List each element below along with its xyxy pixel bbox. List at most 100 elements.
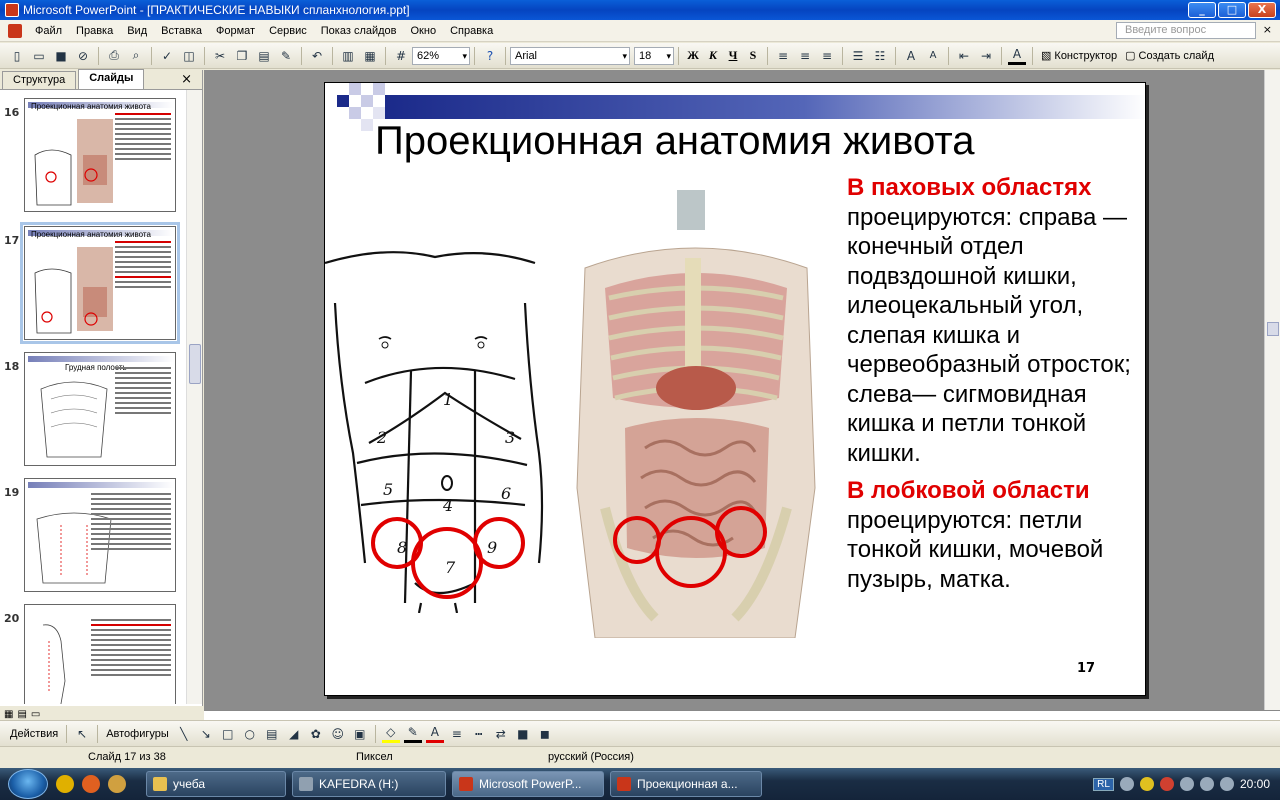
menu-format[interactable]: Формат (209, 25, 262, 37)
task-powerpoint[interactable]: Microsoft PowerP... (452, 771, 604, 797)
notes-pane[interactable] (204, 710, 1280, 720)
3d-style-icon[interactable]: ◼ (536, 725, 554, 743)
slide-body-text[interactable]: В паховых областях проецируются: справа … (847, 173, 1145, 594)
line-icon[interactable]: ╲ (175, 725, 193, 743)
menu-view[interactable]: Вид (120, 25, 154, 37)
menu-insert[interactable]: Вставка (154, 25, 209, 37)
task-kafedra[interactable]: KAFEDRA (H:) (292, 771, 446, 797)
designer-button[interactable]: ▧ Конструктор (1041, 49, 1117, 63)
actions-menu[interactable]: Действия (10, 728, 58, 740)
tray-security-icon[interactable] (1139, 777, 1154, 791)
grid-icon[interactable]: # (392, 47, 410, 65)
slide-scrollbar[interactable] (1264, 70, 1280, 710)
line-color-icon[interactable]: ✎ (403, 725, 422, 743)
new-icon[interactable]: ▯ (8, 47, 26, 65)
slide-thumbnail-16[interactable]: Проекционная анатомия живота (24, 98, 176, 212)
sorter-view-icon[interactable]: ▤ (17, 709, 26, 720)
print-icon[interactable]: ⎙ (105, 47, 123, 65)
menu-file[interactable]: Файл (28, 25, 69, 37)
font-size-select[interactable]: 18 (634, 46, 674, 65)
menu-slideshow[interactable]: Показ слайдов (314, 25, 404, 37)
task-ucheba[interactable]: учеба (146, 771, 286, 797)
drawing-font-color-icon[interactable]: A (425, 725, 444, 743)
tab-slides[interactable]: Слайды (78, 69, 145, 89)
preview-icon[interactable]: ⌕ (127, 47, 145, 65)
document-icon[interactable] (8, 23, 22, 38)
bullets-icon[interactable]: ☷ (871, 47, 889, 65)
explorer-quick-icon[interactable] (108, 775, 126, 793)
clock[interactable]: 20:00 (1240, 777, 1270, 791)
menu-edit[interactable]: Правка (69, 25, 120, 37)
diagram-icon[interactable]: ✿ (307, 725, 325, 743)
increase-font-icon[interactable]: A (902, 47, 920, 65)
firefox-icon[interactable] (82, 775, 100, 793)
shadow-button[interactable]: S (743, 47, 763, 65)
numbering-icon[interactable]: ☰ (849, 47, 867, 65)
slide-canvas[interactable]: Проекционная анатомия живота 1 2 3 4 5 6… (324, 82, 1146, 696)
line-style-icon[interactable]: ≡ (448, 725, 466, 743)
research-icon[interactable]: ◫ (180, 47, 198, 65)
normal-view-icon[interactable]: ▦ (4, 709, 13, 720)
decrease-font-icon[interactable]: A (924, 47, 942, 65)
slide-thumbnail-18[interactable]: Грудная полость (24, 352, 176, 466)
underline-button[interactable]: Ч (723, 47, 743, 65)
start-button[interactable] (8, 769, 48, 799)
open-icon[interactable]: ▭ (30, 47, 48, 65)
minimize-button[interactable]: _ (1188, 2, 1216, 18)
menu-help[interactable]: Справка (443, 25, 500, 37)
paste-icon[interactable]: ▤ (255, 47, 273, 65)
autoshapes-menu[interactable]: Автофигуры (106, 728, 169, 740)
font-select[interactable]: Arial (510, 46, 630, 65)
align-center-icon[interactable]: ≡ (796, 47, 814, 65)
slide-thumbnail-20[interactable] (24, 604, 176, 704)
task-slideshow[interactable]: Проекционная а... (610, 771, 762, 797)
cut-icon[interactable]: ✂ (211, 47, 229, 65)
dash-style-icon[interactable]: ┅ (470, 725, 488, 743)
picture-icon[interactable]: ▣ (351, 725, 369, 743)
copy-icon[interactable]: ❐ (233, 47, 251, 65)
align-right-icon[interactable]: ≡ (818, 47, 836, 65)
pane-close-icon[interactable]: × (181, 72, 192, 87)
rectangle-icon[interactable]: □ (219, 725, 237, 743)
decrease-indent-icon[interactable]: ⇤ (955, 47, 973, 65)
tray-arrow-icon[interactable] (1119, 777, 1134, 791)
undo-icon[interactable]: ↶ (308, 47, 326, 65)
increase-indent-icon[interactable]: ⇥ (977, 47, 995, 65)
arrow-icon[interactable]: ↘ (197, 725, 215, 743)
tray-volume-icon[interactable] (1219, 777, 1234, 791)
menu-tools[interactable]: Сервис (262, 25, 314, 37)
new-slide-button[interactable]: ▢ Создать слайд (1125, 49, 1214, 63)
spelling-icon[interactable]: ✓ (158, 47, 176, 65)
font-color-icon[interactable]: A (1008, 47, 1026, 65)
tray-flag-icon[interactable] (1199, 777, 1214, 791)
bold-button[interactable]: Ж (683, 47, 703, 65)
slide-thumbnail-17[interactable]: Проекционная анатомия живота (20, 222, 180, 344)
tray-app-icon[interactable] (1159, 777, 1174, 791)
arrow-style-icon[interactable]: ⇄ (492, 725, 510, 743)
clipart-icon[interactable]: ☺ (329, 725, 347, 743)
close-document-icon[interactable]: × (1263, 23, 1272, 36)
close-button[interactable]: X (1248, 2, 1276, 18)
tray-network-icon[interactable] (1179, 777, 1194, 791)
tab-outline[interactable]: Структура (2, 71, 77, 89)
oval-icon[interactable]: ○ (241, 725, 259, 743)
slideshow-view-icon[interactable]: ▭ (31, 709, 40, 720)
language-indicator[interactable]: RL (1093, 777, 1114, 791)
wordart-icon[interactable]: ◢ (285, 725, 303, 743)
fill-color-icon[interactable]: ◇ (381, 725, 400, 743)
italic-button[interactable]: К (703, 47, 723, 65)
shadow-style-icon[interactable]: ■ (514, 725, 532, 743)
slide-title[interactable]: Проекционная анатомия живота (375, 119, 1095, 164)
align-left-icon[interactable]: ≡ (774, 47, 792, 65)
format-painter-icon[interactable]: ✎ (277, 47, 295, 65)
select-pointer-icon[interactable]: ↖ (73, 725, 91, 743)
textbox-icon[interactable]: ▤ (263, 725, 281, 743)
insert-chart-icon[interactable]: ▥ (339, 47, 357, 65)
chrome-icon[interactable] (56, 775, 74, 793)
save-icon[interactable]: ■ (52, 47, 70, 65)
help-icon[interactable]: ? (481, 47, 499, 65)
menu-window[interactable]: Окно (404, 25, 444, 37)
pane-scrollbar[interactable] (186, 90, 202, 704)
zoom-select[interactable]: 62% (412, 46, 470, 65)
maximize-button[interactable]: □ (1218, 2, 1246, 18)
